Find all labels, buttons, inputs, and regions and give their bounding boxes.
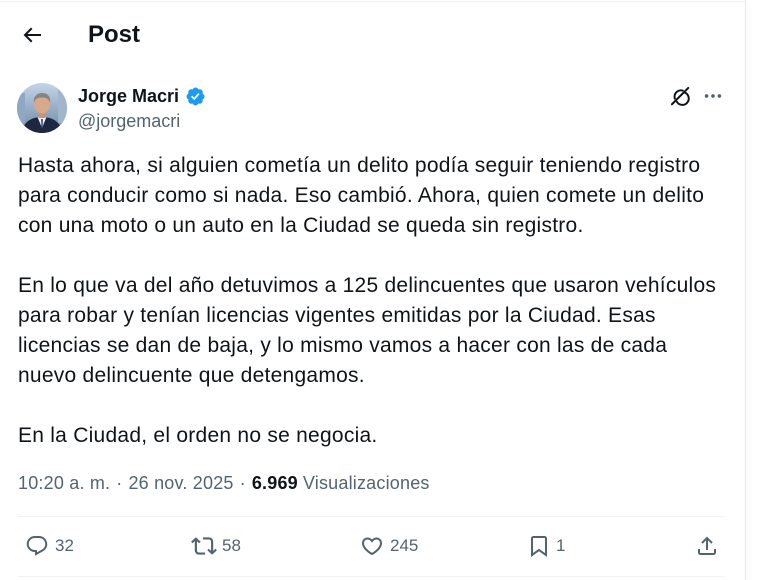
post-text-line: para robar y tenían licencias vigentes e… — [18, 304, 656, 327]
post-text-line: En la Ciudad, el orden no se negocia. — [18, 424, 378, 447]
divider — [18, 576, 725, 577]
repost-button[interactable] — [191, 533, 217, 559]
reply-count[interactable]: 32 — [55, 534, 74, 558]
post-text: Hasta ahora, si alguien cometía un delit… — [18, 151, 716, 481]
post-text-line: En lo que va del año detuvimos a 125 del… — [18, 274, 717, 297]
post-text-line: para conducir como si nada. Eso cambió. … — [18, 184, 705, 207]
verified-badge-icon — [185, 86, 206, 107]
meta-separator: · — [239, 473, 246, 493]
post-text-line: con una moto o un auto en la Ciudad se q… — [18, 214, 584, 237]
post-text-line: Hasta ahora, si alguien cometía un delit… — [18, 154, 701, 177]
top-divider — [0, 1, 745, 2]
avatar[interactable] — [17, 83, 67, 133]
column-border — [745, 0, 746, 580]
repost-count[interactable]: 58 — [222, 534, 241, 558]
meta-separator: · — [116, 473, 123, 493]
grok-button[interactable] — [669, 85, 691, 107]
more-icon — [702, 85, 724, 107]
post-time[interactable]: 10:20 a. m. — [18, 471, 110, 495]
back-button[interactable] — [20, 23, 44, 47]
post-paragraph: En lo que va del año detuvimos a 125 del… — [18, 271, 716, 391]
post-paragraph: Hasta ahora, si alguien cometía un delit… — [18, 151, 716, 241]
bookmark-count[interactable]: 1 — [556, 534, 565, 558]
post-date[interactable]: 26 nov. 2025 — [128, 471, 233, 495]
more-options-button[interactable] — [702, 85, 724, 107]
post-meta: 10:20 a. m. · 26 nov. 2025 · 6.969 Visualizac… — [18, 471, 436, 495]
grok-icon — [669, 85, 691, 107]
repost-icon — [191, 533, 217, 559]
author-handle[interactable]: @jorgemacri — [78, 109, 180, 133]
reply-icon — [25, 534, 49, 558]
bookmark-icon — [527, 534, 551, 558]
share-icon — [695, 534, 719, 558]
like-button[interactable] — [360, 534, 384, 558]
page-title: Post — [88, 21, 141, 48]
post-text-line: nuevo delincuente que detengamos. — [18, 364, 365, 387]
bookmark-button[interactable] — [527, 534, 551, 558]
views-label: Visualizaciones — [302, 473, 430, 493]
reply-button[interactable] — [25, 534, 49, 558]
share-button[interactable] — [695, 534, 719, 558]
post-paragraph: En la Ciudad, el orden no se negocia. — [18, 421, 716, 451]
post-text-line: licencias se dan de baja, y lo mismo vam… — [18, 334, 668, 357]
arrow-left-icon — [20, 23, 44, 47]
like-count[interactable]: 245 — [390, 534, 418, 558]
author-name[interactable]: Jorge Macri — [78, 84, 179, 108]
views-count: 6.969 — [251, 473, 298, 493]
heart-icon — [360, 534, 384, 558]
divider — [18, 516, 725, 517]
